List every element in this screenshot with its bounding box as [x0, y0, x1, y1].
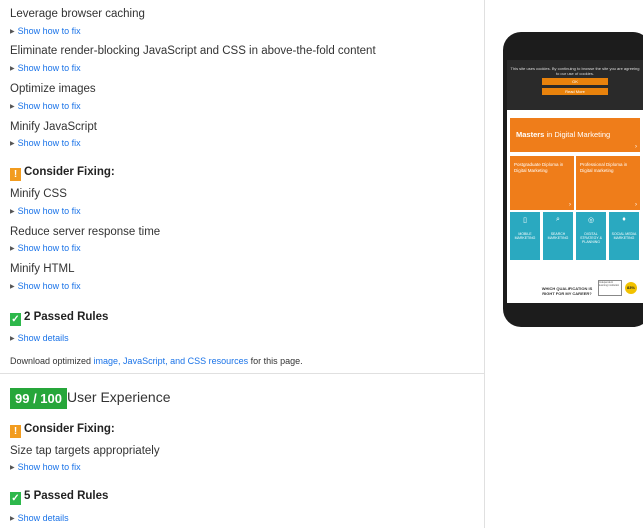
social-media-tile: ♦ SOCIAL MEDIA MARKETING [609, 212, 639, 260]
postgraduate-tile: Postgraduate Diploma in Digital Marketin… [510, 156, 574, 210]
show-how-to-fix-link[interactable]: ▶ Show how to fix [10, 462, 81, 472]
rule-title: Reduce server response time [10, 226, 161, 238]
show-how-to-fix-link[interactable]: ▶ Show how to fix [10, 206, 81, 216]
professional-tile: Professional Diploma in Digital marketin… [576, 156, 640, 210]
show-details-link[interactable]: ▶ Show details [10, 333, 69, 343]
cookie-ok-button: OK [542, 78, 608, 85]
show-how-to-fix-link[interactable]: ▶ Show how to fix [10, 281, 81, 291]
expand-triangle-icon: ▶ [10, 104, 15, 110]
expand-triangle-icon: ▶ [10, 209, 15, 215]
column-divider [484, 0, 485, 528]
twitter-icon: ♦ [622, 216, 626, 223]
show-how-to-fix-link[interactable]: ▶ Show how to fix [10, 63, 81, 73]
expand-triangle-icon: ▶ [10, 29, 15, 35]
search-icon: ⌕ [556, 216, 560, 223]
check-icon: ✓ [10, 313, 21, 326]
expand-triangle-icon: ▶ [10, 66, 15, 72]
show-how-to-fix-link[interactable]: ▶ Show how to fix [10, 101, 81, 111]
chevron-right-icon: › [569, 202, 571, 208]
chevron-right-icon: › [635, 202, 637, 208]
warning-icon: ! [10, 168, 21, 181]
expand-triangle-icon: ▶ [10, 141, 15, 147]
search-marketing-tile: ⌕ SEARCH MARKETING [543, 212, 573, 260]
chevron-right-icon: › [635, 144, 637, 150]
expand-triangle-icon: ▶ [10, 465, 15, 471]
which-qualification-text: WHICH QUALIFICATION IS RIGHT FOR MY CARE… [541, 286, 593, 296]
masters-banner: Masters in Digital Marketing › [510, 118, 640, 152]
download-resources-link[interactable]: image, JavaScript, and CSS resources [94, 356, 249, 366]
section-divider [0, 373, 484, 374]
download-optimized-text: Download optimized image, JavaScript, an… [10, 356, 303, 366]
rule-title: Leverage browser caching [10, 8, 145, 20]
mobile-preview-screen: This site uses cookies. By continuing to… [507, 60, 643, 303]
rule-title: Minify JavaScript [10, 121, 97, 133]
read-more-button: Read More [542, 88, 608, 95]
percent-badge: 83% [625, 282, 637, 294]
institution-logo: Independent learning institution [598, 280, 622, 296]
rule-title: Size tap targets appropriately [10, 445, 160, 457]
mobile-icon: ▯ [523, 217, 527, 224]
rule-title: Optimize images [10, 83, 96, 95]
expand-triangle-icon: ▶ [10, 246, 15, 252]
speed-results-panel: Leverage browser caching ▶ Show how to fi… [0, 0, 484, 528]
expand-triangle-icon: ▶ [10, 336, 15, 342]
passed-rules-heading: ✓ 2 Passed Rules [10, 311, 109, 326]
expand-triangle-icon: ▶ [10, 284, 15, 290]
expand-triangle-icon: ▶ [10, 516, 15, 522]
cookie-text: This site uses cookies. By continuing to… [510, 66, 640, 76]
passed-rules-heading: ✓ 5 Passed Rules [10, 490, 109, 505]
show-details-link[interactable]: ▶ Show details [10, 513, 69, 523]
show-how-to-fix-link[interactable]: ▶ Show how to fix [10, 26, 81, 36]
consider-fixing-heading: ! Consider Fixing: [10, 166, 115, 181]
show-how-to-fix-link[interactable]: ▶ Show how to fix [10, 243, 81, 253]
digital-strategy-tile: ◎ DIGITAL STRATEGY & PLANNING [576, 212, 606, 260]
strategy-icon: ◎ [587, 217, 595, 224]
show-how-to-fix-link[interactable]: ▶ Show how to fix [10, 138, 81, 148]
check-icon: ✓ [10, 492, 21, 505]
rule-title: Eliminate render-blocking JavaScript and… [10, 45, 376, 57]
ux-title: User Experience [67, 389, 171, 405]
rule-title: Minify CSS [10, 188, 67, 200]
warning-icon: ! [10, 425, 21, 438]
masters-title: Masters in Digital Marketing [516, 130, 611, 139]
mobile-marketing-tile: ▯ MOBILE MARKETING [510, 212, 540, 260]
ux-score-badge: 99 / 100 [10, 388, 67, 409]
consider-fixing-heading: ! Consider Fixing: [10, 423, 115, 438]
rule-title: Minify HTML [10, 263, 75, 275]
cookie-banner: This site uses cookies. By continuing to… [507, 60, 643, 110]
